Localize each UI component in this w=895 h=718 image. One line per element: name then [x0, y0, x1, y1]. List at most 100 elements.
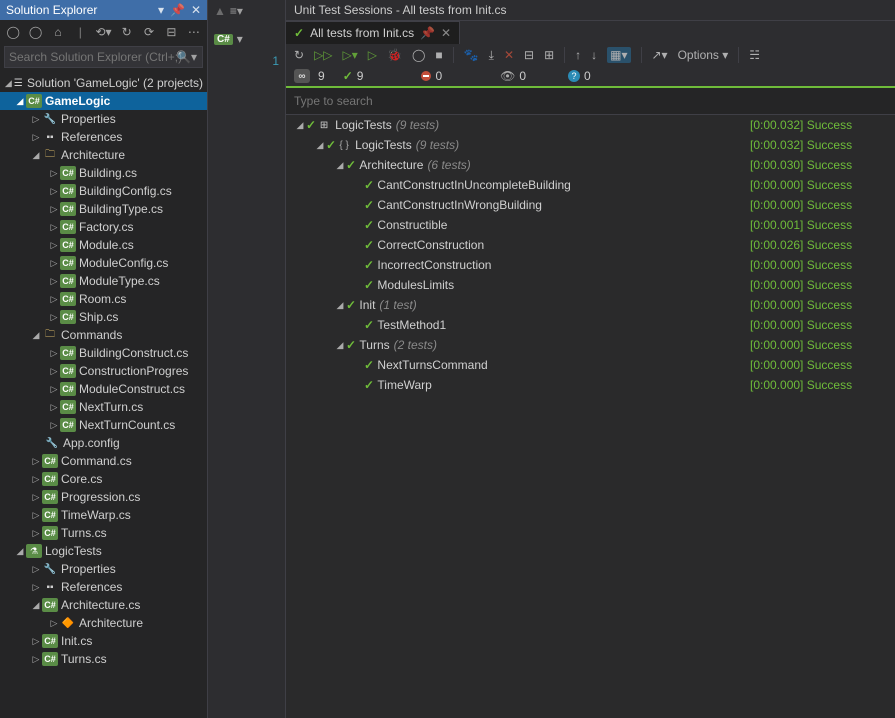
- home-icon[interactable]: ⌂: [51, 24, 65, 40]
- expand-arrow-icon[interactable]: ▷: [30, 636, 42, 647]
- test-class[interactable]: ◢✓ Architecture(6 tests)[0:00.030] Succe…: [286, 155, 895, 175]
- expand-arrow-icon[interactable]: ▷: [30, 132, 42, 143]
- lock-icon[interactable]: ☵: [749, 48, 760, 62]
- properties-node[interactable]: ▷ 🔧 Properties: [0, 560, 207, 578]
- test-item[interactable]: ✓ IncorrectConstruction[0:00.000] Succes…: [286, 255, 895, 275]
- expand-arrow-icon[interactable]: ▷: [30, 456, 42, 467]
- run-all-icon[interactable]: ▷▷: [314, 48, 332, 62]
- file-item[interactable]: ▷C#Building.cs: [0, 164, 207, 182]
- expand-arrow-icon[interactable]: ▷: [30, 582, 42, 593]
- dropdown-icon[interactable]: ▾: [158, 3, 164, 17]
- expand-arrow-icon[interactable]: ▷: [48, 276, 60, 287]
- expand-arrow-icon[interactable]: ▷: [30, 528, 42, 539]
- sync2-icon[interactable]: ⟳: [142, 24, 156, 40]
- test-item[interactable]: ✓ CorrectConstruction[0:00.026] Success: [286, 235, 895, 255]
- project-gamelogic[interactable]: ◢ C# GameLogic: [0, 92, 207, 110]
- test-item[interactable]: ✓ Constructible[0:00.001] Success: [286, 215, 895, 235]
- file-item[interactable]: ▷C#NextTurnCount.cs: [0, 416, 207, 434]
- collapse-arrow-icon[interactable]: ◢: [334, 300, 346, 311]
- solution-node[interactable]: ◢ ☰ Solution 'GameLogic' (2 projects): [0, 74, 207, 92]
- references-node[interactable]: ▷ ▪▪ References: [0, 128, 207, 146]
- tab-all-tests[interactable]: ✓ All tests from Init.cs 📌 ✕: [286, 21, 460, 44]
- nav-dropdown-icon[interactable]: ≡▾: [230, 4, 243, 18]
- test-item[interactable]: ✓ CantConstructInUncompleteBuilding[0:00…: [286, 175, 895, 195]
- expand-arrow-icon[interactable]: ▷: [30, 564, 42, 575]
- expand-arrow-icon[interactable]: ▷: [30, 492, 42, 503]
- file-item[interactable]: ▷C#ModuleConfig.cs: [0, 254, 207, 272]
- forward-icon[interactable]: ◯: [28, 24, 42, 40]
- file-item[interactable]: ▷C#ModuleType.cs: [0, 272, 207, 290]
- results-search[interactable]: [286, 88, 895, 115]
- collapse-arrow-icon[interactable]: ◢: [4, 78, 13, 89]
- expand-arrow-icon[interactable]: ▷: [30, 114, 42, 125]
- expand-arrow-icon[interactable]: ▷: [48, 168, 60, 179]
- search-input[interactable]: [4, 46, 203, 68]
- test-class[interactable]: ◢✓ Init(1 test)[0:00.000] Success: [286, 295, 895, 315]
- file-item[interactable]: ▷C#TimeWarp.cs: [0, 506, 207, 524]
- back-icon[interactable]: ◯: [6, 24, 20, 40]
- class-architecture[interactable]: ▷ 🔶 Architecture: [0, 614, 207, 632]
- options-dropdown[interactable]: Options ▾: [678, 48, 729, 62]
- expand-arrow-icon[interactable]: ▷: [30, 654, 42, 665]
- collapse-arrow-icon[interactable]: ◢: [30, 600, 42, 611]
- test-group[interactable]: ◢✓⊞LogicTests(9 tests)[0:00.032] Success: [286, 115, 895, 135]
- test-item[interactable]: ✓ NextTurnsCommand[0:00.000] Success: [286, 355, 895, 375]
- coverage-icon[interactable]: ◯: [412, 48, 425, 62]
- expand-arrow-icon[interactable]: ▷: [48, 384, 60, 395]
- file-item[interactable]: ▷C#Command.cs: [0, 452, 207, 470]
- unknown-tests[interactable]: ?0: [568, 69, 591, 83]
- group-icon[interactable]: ▦▾: [607, 47, 630, 63]
- results-search-input[interactable]: [294, 92, 887, 110]
- auto-scroll-icon[interactable]: ⤓: [489, 48, 494, 63]
- collapse-arrow-icon[interactable]: ◢: [30, 150, 42, 161]
- test-class[interactable]: ◢✓ Turns(2 tests)[0:00.000] Success: [286, 335, 895, 355]
- file-item[interactable]: ▷C#ConstructionProgres: [0, 362, 207, 380]
- collapse-arrow-icon[interactable]: ◢: [294, 120, 306, 131]
- total-tests[interactable]: ∞9: [294, 69, 325, 83]
- close-icon[interactable]: ✕: [191, 3, 201, 17]
- file-item[interactable]: ▷C#Init.cs: [0, 632, 207, 650]
- expand-arrow-icon[interactable]: ▷: [30, 510, 42, 521]
- search-icon[interactable]: 🔍▾: [176, 50, 197, 64]
- test-item[interactable]: ✓ TestMethod1[0:00.000] Success: [286, 315, 895, 335]
- file-item[interactable]: ▷C#Turns.cs: [0, 524, 207, 542]
- more-icon[interactable]: ⋯: [187, 24, 201, 40]
- file-item[interactable]: ▷C#Room.cs: [0, 290, 207, 308]
- file-item[interactable]: ▷C#ModuleConstruct.cs: [0, 380, 207, 398]
- file-item[interactable]: ▷C#Factory.cs: [0, 218, 207, 236]
- pin-icon[interactable]: 📌: [170, 3, 185, 17]
- collapse-icon[interactable]: ⊟: [164, 24, 178, 40]
- expand-arrow-icon[interactable]: ▷: [48, 402, 60, 413]
- file-item[interactable]: ▷C#NextTurn.cs: [0, 398, 207, 416]
- references-node[interactable]: ▷ ▪▪ References: [0, 578, 207, 596]
- expand-arrow-icon[interactable]: ▷: [48, 348, 60, 359]
- collapse-arrow-icon[interactable]: ◢: [30, 330, 42, 341]
- file-architecture-cs[interactable]: ◢ C# Architecture.cs: [0, 596, 207, 614]
- track-icon[interactable]: 🐾: [464, 48, 479, 62]
- skipped-tests[interactable]: 👁0: [500, 69, 526, 83]
- expand-arrow-icon[interactable]: ▷: [48, 312, 60, 323]
- test-item[interactable]: ✓ TimeWarp[0:00.000] Success: [286, 375, 895, 395]
- nav-left-icon[interactable]: ▲: [214, 4, 226, 18]
- run-dropdown-icon[interactable]: ▷▾: [343, 48, 358, 62]
- expand-all-icon[interactable]: ⊞: [544, 48, 554, 62]
- file-item[interactable]: ▷C#BuildingConstruct.cs: [0, 344, 207, 362]
- file-item[interactable]: ▷C#Ship.cs: [0, 308, 207, 326]
- expand-arrow-icon[interactable]: ▷: [48, 294, 60, 305]
- file-item[interactable]: ▷C#Module.cs: [0, 236, 207, 254]
- refresh-icon[interactable]: ↻: [120, 24, 134, 40]
- file-item[interactable]: ▷C#Core.cs: [0, 470, 207, 488]
- expand-arrow-icon[interactable]: ▷: [48, 222, 60, 233]
- expand-arrow-icon[interactable]: ▷: [48, 366, 60, 377]
- properties-node[interactable]: ▷ 🔧 Properties: [0, 110, 207, 128]
- expand-arrow-icon[interactable]: ▷: [48, 240, 60, 251]
- stop-icon[interactable]: ■: [435, 48, 442, 62]
- expand-arrow-icon[interactable]: ▷: [48, 186, 60, 197]
- expand-arrow-icon[interactable]: ▷: [48, 204, 60, 215]
- expand-arrow-icon[interactable]: ▷: [48, 618, 60, 629]
- collapse-arrow-icon[interactable]: ◢: [314, 140, 326, 151]
- explorer-search[interactable]: 🔍▾: [4, 46, 203, 68]
- project-logictests[interactable]: ◢ ⚗ LogicTests: [0, 542, 207, 560]
- collapse-all-icon[interactable]: ⊟: [524, 48, 534, 62]
- collapse-arrow-icon[interactable]: ◢: [334, 340, 346, 351]
